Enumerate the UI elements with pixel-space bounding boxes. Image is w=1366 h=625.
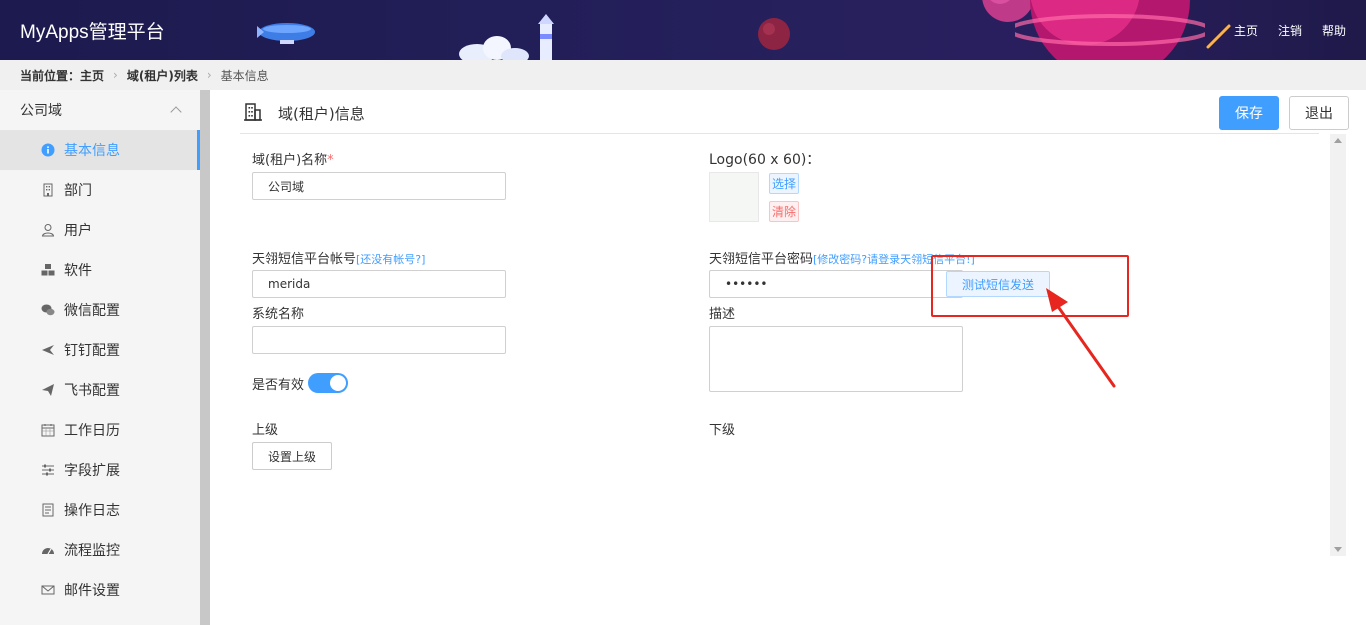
sidebar-item-label: 飞书配置 xyxy=(64,383,120,399)
sidebar-item-mail-settings[interactable]: 邮件设置 xyxy=(0,570,200,610)
sms-password-label-text: 天翎短信平台密码 xyxy=(709,252,814,267)
comet-decoration xyxy=(1205,22,1235,54)
sms-account-input[interactable] xyxy=(252,270,506,298)
exit-button[interactable]: 退出 xyxy=(1289,96,1349,130)
sidebar-item-label: 钉钉配置 xyxy=(64,343,120,359)
breadcrumb-home[interactable]: 主页 xyxy=(80,67,104,84)
nav-logout-link[interactable]: 注销 xyxy=(1278,22,1302,39)
content-scrollbar[interactable] xyxy=(1330,134,1346,556)
sidebar-item-label: 字段扩展 xyxy=(64,463,120,479)
dashboard-icon xyxy=(40,542,56,558)
domain-name-label: 域(租户)名称* xyxy=(252,149,334,168)
sidebar-item-feishu[interactable]: 飞书配置 xyxy=(0,370,200,410)
sidebar-item-label: 操作日志 xyxy=(64,503,120,519)
nav-help-link[interactable]: 帮助 xyxy=(1322,22,1346,39)
wechat-icon xyxy=(40,302,56,318)
paper-plane-icon xyxy=(40,382,56,398)
sidebar-item-calendar[interactable]: 工作日历 xyxy=(0,410,200,450)
enabled-label: 是否有效 xyxy=(252,378,305,393)
child-label: 下级 xyxy=(709,423,736,438)
breadcrumb-label: 当前位置： xyxy=(20,68,81,83)
building-icon xyxy=(40,182,56,198)
scroll-down-arrow-icon[interactable] xyxy=(1334,547,1342,552)
top-header: MyApps管理平台 主页 注销 帮助 xyxy=(0,0,1366,60)
sidebar-item-label: 基本信息 xyxy=(64,143,120,159)
panel-title: 域(租户)信息 xyxy=(278,105,365,123)
system-name-label: 系统名称 xyxy=(252,307,305,322)
description-textarea[interactable] xyxy=(709,326,963,392)
logo-label: Logo(60 x 60)： xyxy=(709,152,821,168)
sidebar-item-software[interactable]: 软件 xyxy=(0,250,200,290)
breadcrumb-current: 基本信息 xyxy=(220,68,269,83)
sidebar-item-basic-info[interactable]: 基本信息 xyxy=(0,130,200,170)
toggle-knob xyxy=(330,375,346,391)
nav-home-link[interactable]: 主页 xyxy=(1234,22,1258,39)
app-title: MyApps管理平台 xyxy=(20,22,165,43)
lighthouse-decoration xyxy=(535,10,557,60)
system-name-input[interactable] xyxy=(252,326,506,354)
scroll-up-arrow-icon[interactable] xyxy=(1334,138,1342,143)
sidebar-item-dingtalk[interactable]: 钉钉配置 xyxy=(0,330,200,370)
domain-name-input[interactable] xyxy=(252,172,506,200)
save-button[interactable]: 保存 xyxy=(1219,96,1279,130)
sidebar-item-label: 部门 xyxy=(64,183,92,199)
set-parent-button[interactable]: 设置上级 xyxy=(252,442,332,470)
enabled-toggle[interactable] xyxy=(308,373,348,393)
info-icon xyxy=(40,142,56,158)
sidebar-item-label: 流程监控 xyxy=(64,543,120,559)
log-icon xyxy=(40,502,56,518)
sidebar-item-wechat[interactable]: 微信配置 xyxy=(0,290,200,330)
mail-icon xyxy=(40,582,56,598)
sidebar-item-field-extension[interactable]: 字段扩展 xyxy=(0,450,200,490)
sidebar: 公司域 基本信息 部门 用户 软件 微信配置 钉钉配置 飞书配置 工作日历 字段… xyxy=(0,90,200,625)
sidebar-item-users[interactable]: 用户 xyxy=(0,210,200,250)
planet-large-decoration xyxy=(1008,0,1212,60)
sidebar-group-header[interactable]: 公司域 xyxy=(0,90,200,130)
logo-preview xyxy=(709,172,759,222)
sidebar-item-label: 工作日历 xyxy=(64,423,120,439)
logo-select-button[interactable]: 选择 xyxy=(769,173,800,194)
calendar-icon xyxy=(40,422,56,438)
building-icon xyxy=(243,102,263,126)
top-nav: 主页 注销 帮助 xyxy=(1234,22,1366,39)
sidebar-scrollbar[interactable] xyxy=(200,90,210,625)
sms-account-label: 天翎短信平台帐号[还没有帐号?] xyxy=(252,248,425,267)
sliders-icon xyxy=(40,462,56,478)
sidebar-group-title: 公司域 xyxy=(20,103,62,119)
planet-small-decoration xyxy=(757,17,791,55)
sidebar-item-label: 用户 xyxy=(64,223,92,239)
sidebar-item-operation-log[interactable]: 操作日志 xyxy=(0,490,200,530)
panel-header: 域(租户)信息 保存 退出 xyxy=(240,90,1349,134)
sidebar-item-label: 软件 xyxy=(64,263,92,279)
breadcrumb-domain-list[interactable]: 域(租户)列表 xyxy=(127,67,198,84)
sidebar-item-label: 微信配置 xyxy=(64,303,120,319)
sms-account-label-text: 天翎短信平台帐号 xyxy=(252,252,357,267)
sidebar-item-flow-monitor[interactable]: 流程监控 xyxy=(0,530,200,570)
required-mark: * xyxy=(327,153,334,168)
sms-password-input[interactable] xyxy=(709,270,963,298)
cubes-icon xyxy=(40,262,56,278)
plane-icon xyxy=(40,342,56,358)
sidebar-item-label: 邮件设置 xyxy=(64,583,120,599)
rocket-decoration xyxy=(252,18,322,52)
sidebar-item-department[interactable]: 部门 xyxy=(0,170,200,210)
description-label: 描述 xyxy=(709,307,736,322)
annotation-arrow-icon xyxy=(1046,288,1116,388)
main-panel: 域(租户)信息 保存 退出 域(租户)名称* 天翎短信平台帐号[还没有帐号?] … xyxy=(210,90,1366,625)
chevron-up-icon xyxy=(170,106,182,118)
parent-label: 上级 xyxy=(252,423,279,438)
user-icon xyxy=(40,222,56,238)
no-account-link[interactable]: [还没有帐号?] xyxy=(356,253,425,266)
chevron-right-icon: › xyxy=(113,68,118,82)
breadcrumb: 当前位置： 主页 › 域(租户)列表 › 基本信息 xyxy=(0,60,1366,90)
logo-clear-button[interactable]: 清除 xyxy=(769,201,800,222)
clouds-decoration xyxy=(455,32,535,60)
domain-name-label-text: 域(租户)名称 xyxy=(252,153,328,168)
chevron-right-icon: › xyxy=(206,68,212,82)
